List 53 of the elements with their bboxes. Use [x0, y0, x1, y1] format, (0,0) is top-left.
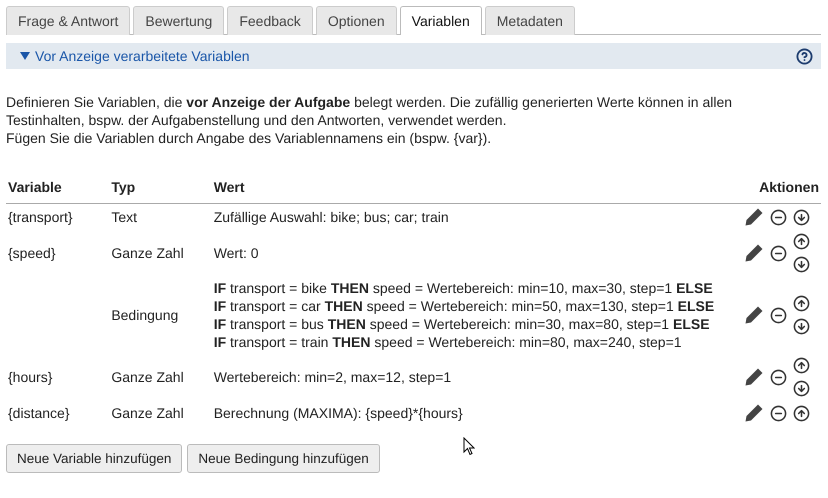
table-cell-text: Berechnung (MAXIMA): {speed}*{hours}: [214, 404, 464, 422]
move-down-icon[interactable]: [793, 318, 810, 335]
column-header: Wert: [214, 179, 245, 195]
table-cell-text: IF transport = bike THEN speed = Wertebereich: min=10, max=30, step=1 ELSE: [214, 279, 714, 297]
pencil-icon[interactable]: [744, 243, 764, 263]
tab[interactable]: Feedback: [227, 6, 313, 35]
move-up-icon[interactable]: [793, 295, 810, 312]
description-text: Fügen Sie die Variablen durch Angabe des Variablennamens ein (bspw. {var}).: [6, 129, 492, 147]
column-header: Variable: [8, 179, 62, 195]
help-icon[interactable]: [796, 48, 813, 64]
table-cell-text: Wertebereich: min=2, max=12, step=1: [214, 368, 452, 386]
remove-icon[interactable]: [770, 306, 787, 324]
move-down-icon[interactable]: [793, 380, 810, 397]
remove-icon[interactable]: [770, 208, 787, 226]
pencil-icon[interactable]: [744, 403, 764, 423]
tab[interactable]: Optionen: [316, 6, 397, 35]
description-text: Definieren Sie Variablen, die vor Anzeige der Aufgabe belegt werden. Die zufällig generierten Werte können in allen Testinhalten, bspw. der Aufgabenstellung und den Antworten, verwendet werden.: [6, 93, 734, 129]
table-cell-text: Wert: 0: [214, 244, 260, 262]
table-cell: Ganze Zahl: [111, 405, 184, 421]
table-cell: Bedingung: [111, 307, 178, 323]
table-cell: {hours}: [8, 369, 52, 385]
table-cell: Ganze Zahl: [111, 245, 184, 261]
tab[interactable]: Bewertung: [133, 6, 224, 35]
add-button[interactable]: Neue Bedingung hinzufügen: [187, 444, 380, 473]
remove-icon[interactable]: [770, 404, 787, 422]
table-cell-text: Zufällige Auswahl: bike; bus; car; train: [214, 208, 450, 226]
table-cell: Ganze Zahl: [111, 369, 184, 385]
pencil-icon[interactable]: [744, 305, 764, 325]
table-cell-text: IF transport = train THEN speed = Wertebereich: min=80, max=240, step=1: [214, 333, 683, 351]
tab[interactable]: Metadaten: [484, 6, 575, 35]
move-down-icon[interactable]: [793, 256, 810, 273]
move-up-icon[interactable]: [793, 404, 810, 422]
remove-icon[interactable]: [770, 244, 787, 262]
pencil-icon[interactable]: [744, 367, 764, 387]
remove-icon[interactable]: [770, 368, 787, 386]
table-cell-text: IF transport = car THEN speed = Wertebereich: min=50, max=130, step=1 ELSE: [214, 297, 716, 315]
tab[interactable]: Variablen: [400, 6, 482, 35]
table-cell: {transport}: [8, 209, 73, 225]
pencil-icon[interactable]: [744, 207, 764, 227]
table-cell: {speed}: [8, 245, 56, 261]
move-down-icon[interactable]: [793, 208, 810, 226]
table-cell: {distance}: [8, 405, 70, 421]
move-up-icon[interactable]: [793, 357, 810, 374]
table-cell-text: IF transport = bus THEN speed = Wertebereich: min=30, max=80, step=1 ELSE: [214, 315, 711, 333]
section-header[interactable]: Vor Anzeige verarbeitete Variablen: [6, 43, 821, 69]
column-header: Typ: [111, 179, 136, 195]
add-button[interactable]: Neue Variable hinzufügen: [6, 444, 182, 473]
tab[interactable]: Frage & Antwort: [6, 6, 130, 35]
cursor-icon: [463, 437, 475, 456]
move-up-icon[interactable]: [793, 233, 810, 250]
table-cell: Text: [111, 209, 137, 225]
section-title: Vor Anzeige verarbeitete Variablen: [35, 48, 250, 64]
column-header: Aktionen: [759, 179, 819, 195]
